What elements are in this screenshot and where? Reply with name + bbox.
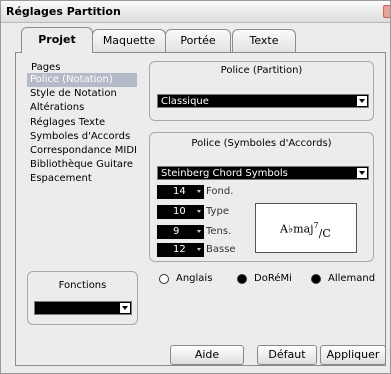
chevron-down-icon[interactable]	[197, 230, 201, 233]
help-button[interactable]: Aide	[170, 345, 244, 365]
window-title: Réglages Partition	[6, 5, 121, 18]
tab-texte[interactable]: Texte	[232, 29, 296, 52]
page-item-symboles-accords[interactable]: Symboles d'Accords	[27, 130, 137, 144]
chevron-down-icon[interactable]	[197, 248, 201, 251]
page-item-espacement[interactable]: Espacement	[27, 172, 137, 186]
page-item-correspondance-midi[interactable]: Correspondance MIDI	[27, 144, 137, 158]
pages-label: Pages	[31, 62, 61, 73]
functions-title: Fonctions	[58, 280, 107, 291]
radio-doremi-dot	[237, 274, 247, 284]
chord-font-value: Steinberg Chord Symbols	[161, 168, 288, 179]
chevron-down-icon	[357, 96, 367, 106]
tens-size-field[interactable]: 9	[157, 225, 204, 239]
score-font-value: Classique	[161, 96, 209, 107]
score-font-title: Police (Partition)	[220, 65, 303, 76]
radio-anglais-dot	[159, 274, 169, 284]
chevron-down-icon	[120, 303, 130, 313]
close-icon[interactable]	[383, 5, 390, 18]
functions-group: Fonctions	[27, 271, 138, 325]
basse-size-field[interactable]: 12	[157, 243, 204, 257]
page-item-style-notation[interactable]: Style de Notation	[27, 87, 137, 101]
type-size-field[interactable]: 10	[157, 205, 204, 219]
type-label: Type	[206, 206, 229, 217]
radio-allemand-label: Allemand	[328, 273, 376, 284]
page-item-bibliotheque-guitare[interactable]: Bibliothèque Guitare	[27, 158, 137, 172]
chord-font-dropdown[interactable]: Steinberg Chord Symbols	[157, 166, 369, 180]
score-font-dropdown[interactable]: Classique	[157, 94, 369, 108]
radio-anglais-label: Anglais	[176, 273, 213, 284]
chord-font-title: Police (Symboles d'Accords)	[191, 138, 332, 149]
radio-allemand-dot	[311, 274, 321, 284]
pages-list: Police (Notation) Style de Notation Alté…	[27, 73, 137, 187]
apply-button[interactable]: Appliquer	[320, 345, 386, 365]
radio-doremi-label: DoRéMi	[254, 273, 292, 284]
fond-size-field[interactable]: 14	[157, 185, 204, 199]
chevron-down-icon[interactable]	[197, 190, 201, 193]
functions-dropdown[interactable]	[34, 301, 132, 315]
chord-preview: A♭maj7/C	[255, 203, 357, 253]
tab-maquette[interactable]: Maquette	[92, 29, 166, 52]
basse-label: Basse	[206, 244, 236, 255]
default-button[interactable]: Défaut	[257, 345, 317, 365]
tab-portee[interactable]: Portée	[165, 29, 231, 52]
fond-size-value: 14	[173, 186, 186, 197]
tab-projet[interactable]: Projet	[21, 27, 93, 53]
basse-size-value: 12	[173, 244, 186, 255]
chord-preview-text: A♭maj7/C	[280, 221, 331, 240]
page-item-reglages-texte[interactable]: Réglages Texte	[27, 116, 137, 130]
tens-size-value: 9	[173, 226, 180, 237]
chevron-down-icon[interactable]	[197, 210, 201, 213]
page-item-alterations[interactable]: Altérations	[27, 101, 137, 115]
tens-label: Tens.	[206, 226, 232, 237]
score-font-group: Police (Partition)	[149, 61, 374, 121]
type-size-value: 10	[173, 206, 186, 217]
chevron-down-icon	[357, 168, 367, 178]
fond-label: Fond.	[206, 186, 234, 197]
score-settings-window: Réglages Partition Projet Maquette Porté…	[0, 0, 391, 374]
page-item-police-notation[interactable]: Police (Notation)	[27, 73, 137, 88]
title-bar: Réglages Partition	[1, 1, 390, 23]
